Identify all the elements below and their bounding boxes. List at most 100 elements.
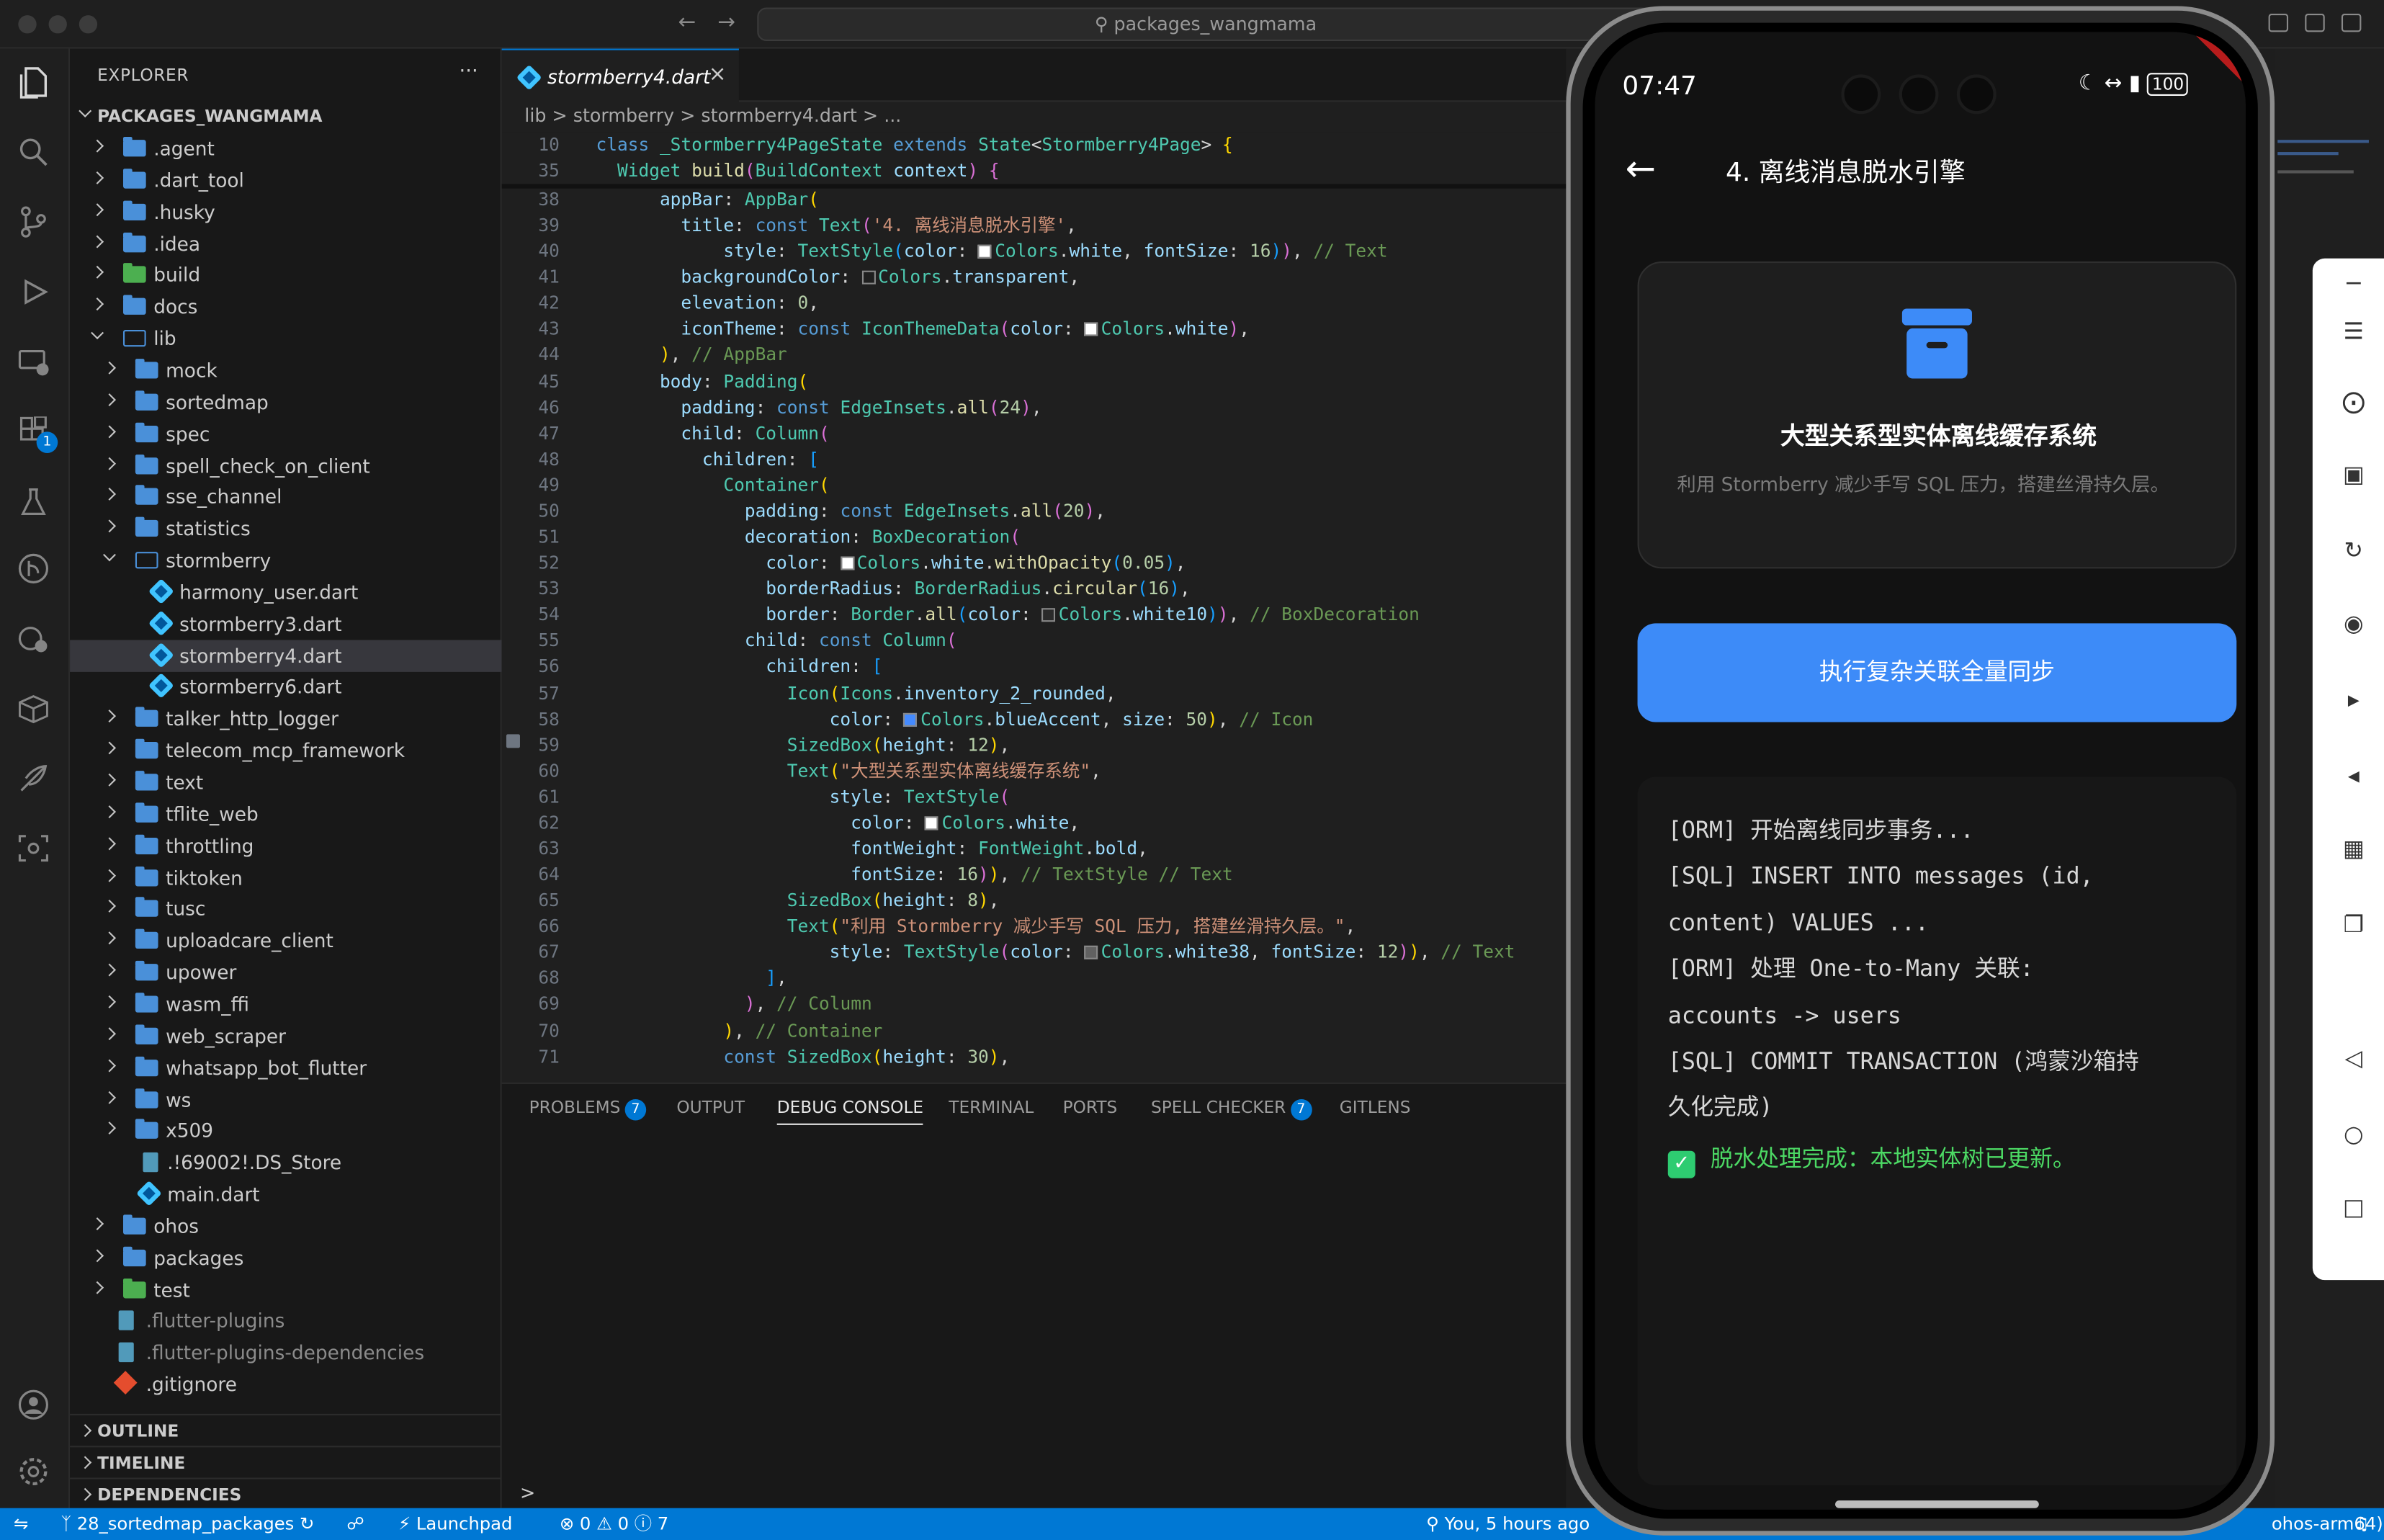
notifications-bell-icon[interactable]: ♫	[2354, 1508, 2370, 1540]
tree-item[interactable]: throttling	[70, 830, 502, 861]
inspect-icon[interactable]	[15, 830, 52, 867]
capture-icon[interactable]: ◉	[2339, 608, 2369, 638]
back-arrow-icon[interactable]: ←	[1626, 148, 1656, 190]
search-icon[interactable]	[15, 134, 52, 171]
tree-item[interactable]: web_scraper	[70, 1020, 502, 1052]
tree-item[interactable]: stormberry4.dart	[70, 639, 502, 672]
tree-item[interactable]: statistics	[70, 513, 502, 545]
tree-item[interactable]: telecom_mcp_framework	[70, 735, 502, 766]
tree-item[interactable]: tusc	[70, 893, 502, 925]
toggle-panel-icon[interactable]	[2305, 13, 2325, 32]
tree-item[interactable]: tiktoken	[70, 861, 502, 893]
multi-device-icon[interactable]: ❐	[2339, 909, 2369, 939]
volume-up-icon[interactable]: ▸	[2339, 684, 2369, 715]
containers-icon[interactable]	[15, 690, 52, 727]
zoom-window-button[interactable]	[79, 15, 98, 34]
problems-indicator[interactable]: ⊗ 0 ⚠ 0 ⓘ 7	[560, 1508, 668, 1540]
nav-recent-icon[interactable]: □	[2339, 1192, 2369, 1222]
screenshot-icon[interactable]: ▦	[2339, 833, 2369, 864]
tree-item[interactable]: text	[70, 766, 502, 798]
tree-item[interactable]: main.dart	[70, 1178, 502, 1210]
tree-item[interactable]: stormberry	[70, 545, 502, 576]
remote-indicator-icon[interactable]: ⇋	[14, 1508, 28, 1540]
tree-item[interactable]: ohos	[70, 1210, 502, 1242]
breadcrumb[interactable]: lib > stormberry > stormberry4.dart > ..…	[524, 105, 901, 127]
folding-marker-icon[interactable]	[506, 734, 520, 748]
source-control-icon[interactable]	[15, 204, 52, 241]
command-center-search[interactable]: ⚲ packages_wangmama	[757, 7, 1654, 41]
tree-item[interactable]: uploadcare_client	[70, 925, 502, 957]
dependencies-section[interactable]: DEPENDENCIES	[70, 1477, 502, 1510]
tree-item[interactable]: docs	[70, 291, 502, 323]
editor-tab-stormberry4[interactable]: stormberry4.dart ×	[501, 48, 739, 102]
tree-item[interactable]: .idea	[70, 228, 502, 259]
pin-icon[interactable]: ⨀	[2339, 386, 2369, 416]
minimize-window-button[interactable]	[48, 15, 67, 34]
code-editor[interactable]: 10 class _Stormberry4PageState extends St…	[501, 131, 1567, 1083]
rotate-icon[interactable]: ↻	[2339, 535, 2369, 565]
tree-item[interactable]: test	[70, 1273, 502, 1305]
tree-item[interactable]: whatsapp_bot_flutter	[70, 1052, 502, 1083]
tree-item[interactable]: build	[70, 259, 502, 291]
run-debug-icon[interactable]	[15, 274, 52, 310]
toggle-sidebar-icon[interactable]	[2268, 13, 2289, 32]
git-graph-status-icon[interactable]: ☍	[346, 1508, 364, 1540]
tree-item[interactable]: .gitignore	[70, 1369, 502, 1400]
tree-item[interactable]: .dart_tool	[70, 164, 502, 196]
launchpad-indicator[interactable]: ⚡ Launchpad	[398, 1508, 512, 1540]
tree-item[interactable]: tflite_web	[70, 798, 502, 830]
nav-home-icon[interactable]: ○	[2339, 1119, 2369, 1149]
tree-item[interactable]: packages	[70, 1242, 502, 1273]
panel-tab[interactable]: PORTS	[1063, 1098, 1118, 1117]
tree-item[interactable]: upower	[70, 957, 502, 988]
tree-item[interactable]: sse_channel	[70, 481, 502, 513]
tree-item[interactable]: mock	[70, 354, 502, 386]
nav-back-icon[interactable]: ◁	[2339, 1043, 2369, 1073]
tree-item[interactable]: .husky	[70, 196, 502, 228]
explorer-icon[interactable]	[15, 64, 52, 101]
tree-item[interactable]: lib	[70, 323, 502, 354]
close-window-button[interactable]	[18, 15, 37, 34]
panel-tab[interactable]: OUTPUT	[676, 1098, 745, 1117]
tree-item[interactable]: spell_check_on_client	[70, 449, 502, 481]
tree-item[interactable]: stormberry3.dart	[70, 608, 502, 640]
workspace-root[interactable]: PACKAGES_WANGMAMA	[70, 100, 502, 132]
crop-icon[interactable]: ▣	[2339, 459, 2369, 489]
back-arrow-icon[interactable]: ←	[678, 11, 696, 35]
volume-down-icon[interactable]: ◂	[2339, 760, 2369, 790]
tree-item[interactable]: harmony_user.dart	[70, 576, 502, 608]
tree-item[interactable]: ws	[70, 1083, 502, 1115]
branch-indicator[interactable]: ᛉ 28_sortedmap_packages ↻	[61, 1508, 314, 1540]
tree-item[interactable]: .!69002!.DS_Store	[70, 1147, 502, 1178]
remote-explorer-icon[interactable]	[15, 344, 52, 380]
panel-tab[interactable]: GITLENS	[1340, 1098, 1411, 1117]
account-icon[interactable]	[15, 1387, 52, 1423]
tree-item[interactable]: sortedmap	[70, 386, 502, 418]
tree-item[interactable]: stormberry6.dart	[70, 671, 502, 703]
panel-tab[interactable]: SPELL CHECKER 7	[1151, 1098, 1312, 1121]
tree-item[interactable]: x509	[70, 1115, 502, 1147]
tree-item[interactable]: .flutter-plugins-dependencies	[70, 1337, 502, 1369]
tree-item[interactable]: spec	[70, 418, 502, 449]
debug-console-prompt[interactable]: >	[520, 1482, 535, 1504]
feather-icon[interactable]	[15, 760, 52, 797]
gitlens-icon[interactable]	[15, 550, 52, 587]
full-sync-button[interactable]: 执行复杂关联全量同步	[1637, 623, 2237, 722]
testing-icon[interactable]	[15, 483, 52, 520]
tree-item[interactable]: talker_http_logger	[70, 703, 502, 735]
minimize-icon[interactable]: −	[2339, 267, 2369, 297]
menu-icon[interactable]: ☰	[2339, 316, 2369, 346]
toggle-secondary-sidebar-icon[interactable]	[2341, 13, 2362, 32]
forward-arrow-icon[interactable]: →	[717, 11, 735, 35]
more-actions-icon[interactable]: ···	[460, 61, 478, 84]
panel-tab[interactable]: TERMINAL	[949, 1098, 1034, 1117]
outline-section[interactable]: OUTLINE	[70, 1413, 502, 1446]
tree-item[interactable]: .flutter-plugins	[70, 1305, 502, 1337]
panel-tab[interactable]: PROBLEMS 7	[529, 1098, 647, 1121]
settings-gear-icon[interactable]	[15, 1454, 52, 1490]
panel-tab[interactable]: DEBUG CONSOLE	[776, 1098, 924, 1125]
timeline-section[interactable]: TIMELINE	[70, 1446, 502, 1477]
tree-item[interactable]: wasm_ffi	[70, 988, 502, 1020]
close-tab-icon[interactable]: ×	[709, 63, 727, 87]
home-indicator[interactable]	[1834, 1500, 2039, 1508]
